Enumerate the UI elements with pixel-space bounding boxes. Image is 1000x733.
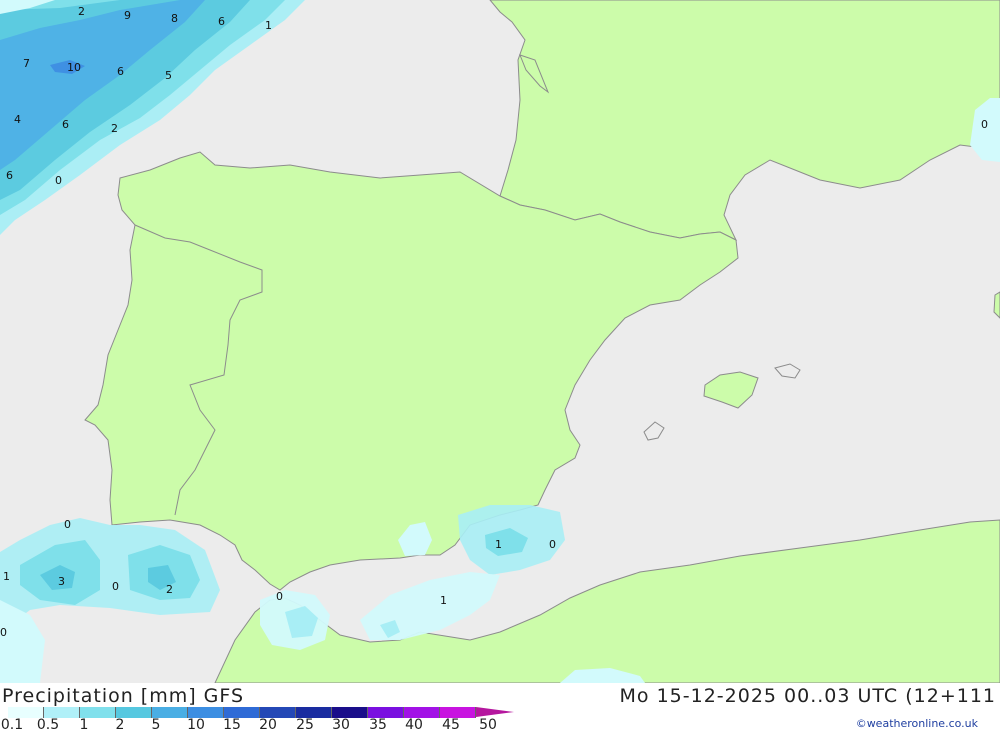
label-6-c: 6 <box>62 118 69 131</box>
label-0-f: 0 <box>549 538 556 551</box>
legend-footer: Precipitation [mm] GFS Mo 15-12-2025 00.… <box>0 683 1000 733</box>
label-2-a: 2 <box>78 5 85 18</box>
credit-link[interactable]: ©weatheronline.co.uk <box>856 717 978 730</box>
scale-label: 2 <box>115 717 125 733</box>
label-1-c: 1 <box>495 538 502 551</box>
forecast-datetime: Mo 15-12-2025 00..03 UTC (12+111 <box>619 685 996 707</box>
scale-label: 5 <box>151 717 161 733</box>
scale-label: 35 <box>369 717 387 733</box>
label-0-e: 0 <box>276 590 283 603</box>
label-6-b: 6 <box>117 65 124 78</box>
scale-label: 50 <box>479 717 497 733</box>
label-3: 3 <box>58 575 65 588</box>
label-0-b: 0 <box>981 118 988 131</box>
scale-label: 20 <box>259 717 277 733</box>
scale-label: 1 <box>79 717 89 733</box>
label-10: 10 <box>67 61 81 74</box>
scale-label: 30 <box>332 717 350 733</box>
label-8: 8 <box>171 12 178 25</box>
map-title: Precipitation [mm] GFS <box>2 685 245 707</box>
scale-label: 40 <box>405 717 423 733</box>
label-0-g: 0 <box>0 626 7 639</box>
label-0-a: 0 <box>55 174 62 187</box>
scale-label: 15 <box>223 717 241 733</box>
precipitation-map: 2 9 8 6 1 7 10 6 5 4 6 2 6 0 0 0 1 3 0 2… <box>0 0 1000 683</box>
label-6-a: 6 <box>218 15 225 28</box>
scale-label: 25 <box>296 717 314 733</box>
label-2-c: 2 <box>166 583 173 596</box>
label-5: 5 <box>165 69 172 82</box>
label-0-c: 0 <box>64 518 71 531</box>
label-0-d: 0 <box>112 580 119 593</box>
label-6-d: 6 <box>6 169 13 182</box>
scale-label: 0.1 <box>0 717 24 733</box>
scale-arrow <box>476 707 514 717</box>
label-2-b: 2 <box>111 122 118 135</box>
scale-label: 10 <box>187 717 205 733</box>
label-7: 7 <box>23 57 30 70</box>
scale-label: 45 <box>442 717 460 733</box>
label-4: 4 <box>14 113 21 126</box>
label-1-d: 1 <box>440 594 447 607</box>
scale-label: 0.5 <box>36 717 60 733</box>
scale-tick-labels: 0.1 0.5 1 2 5 10 15 20 25 30 35 40 45 50 <box>0 717 560 733</box>
label-1-a: 1 <box>265 19 272 32</box>
label-1-b: 1 <box>3 570 10 583</box>
label-9: 9 <box>124 9 131 22</box>
